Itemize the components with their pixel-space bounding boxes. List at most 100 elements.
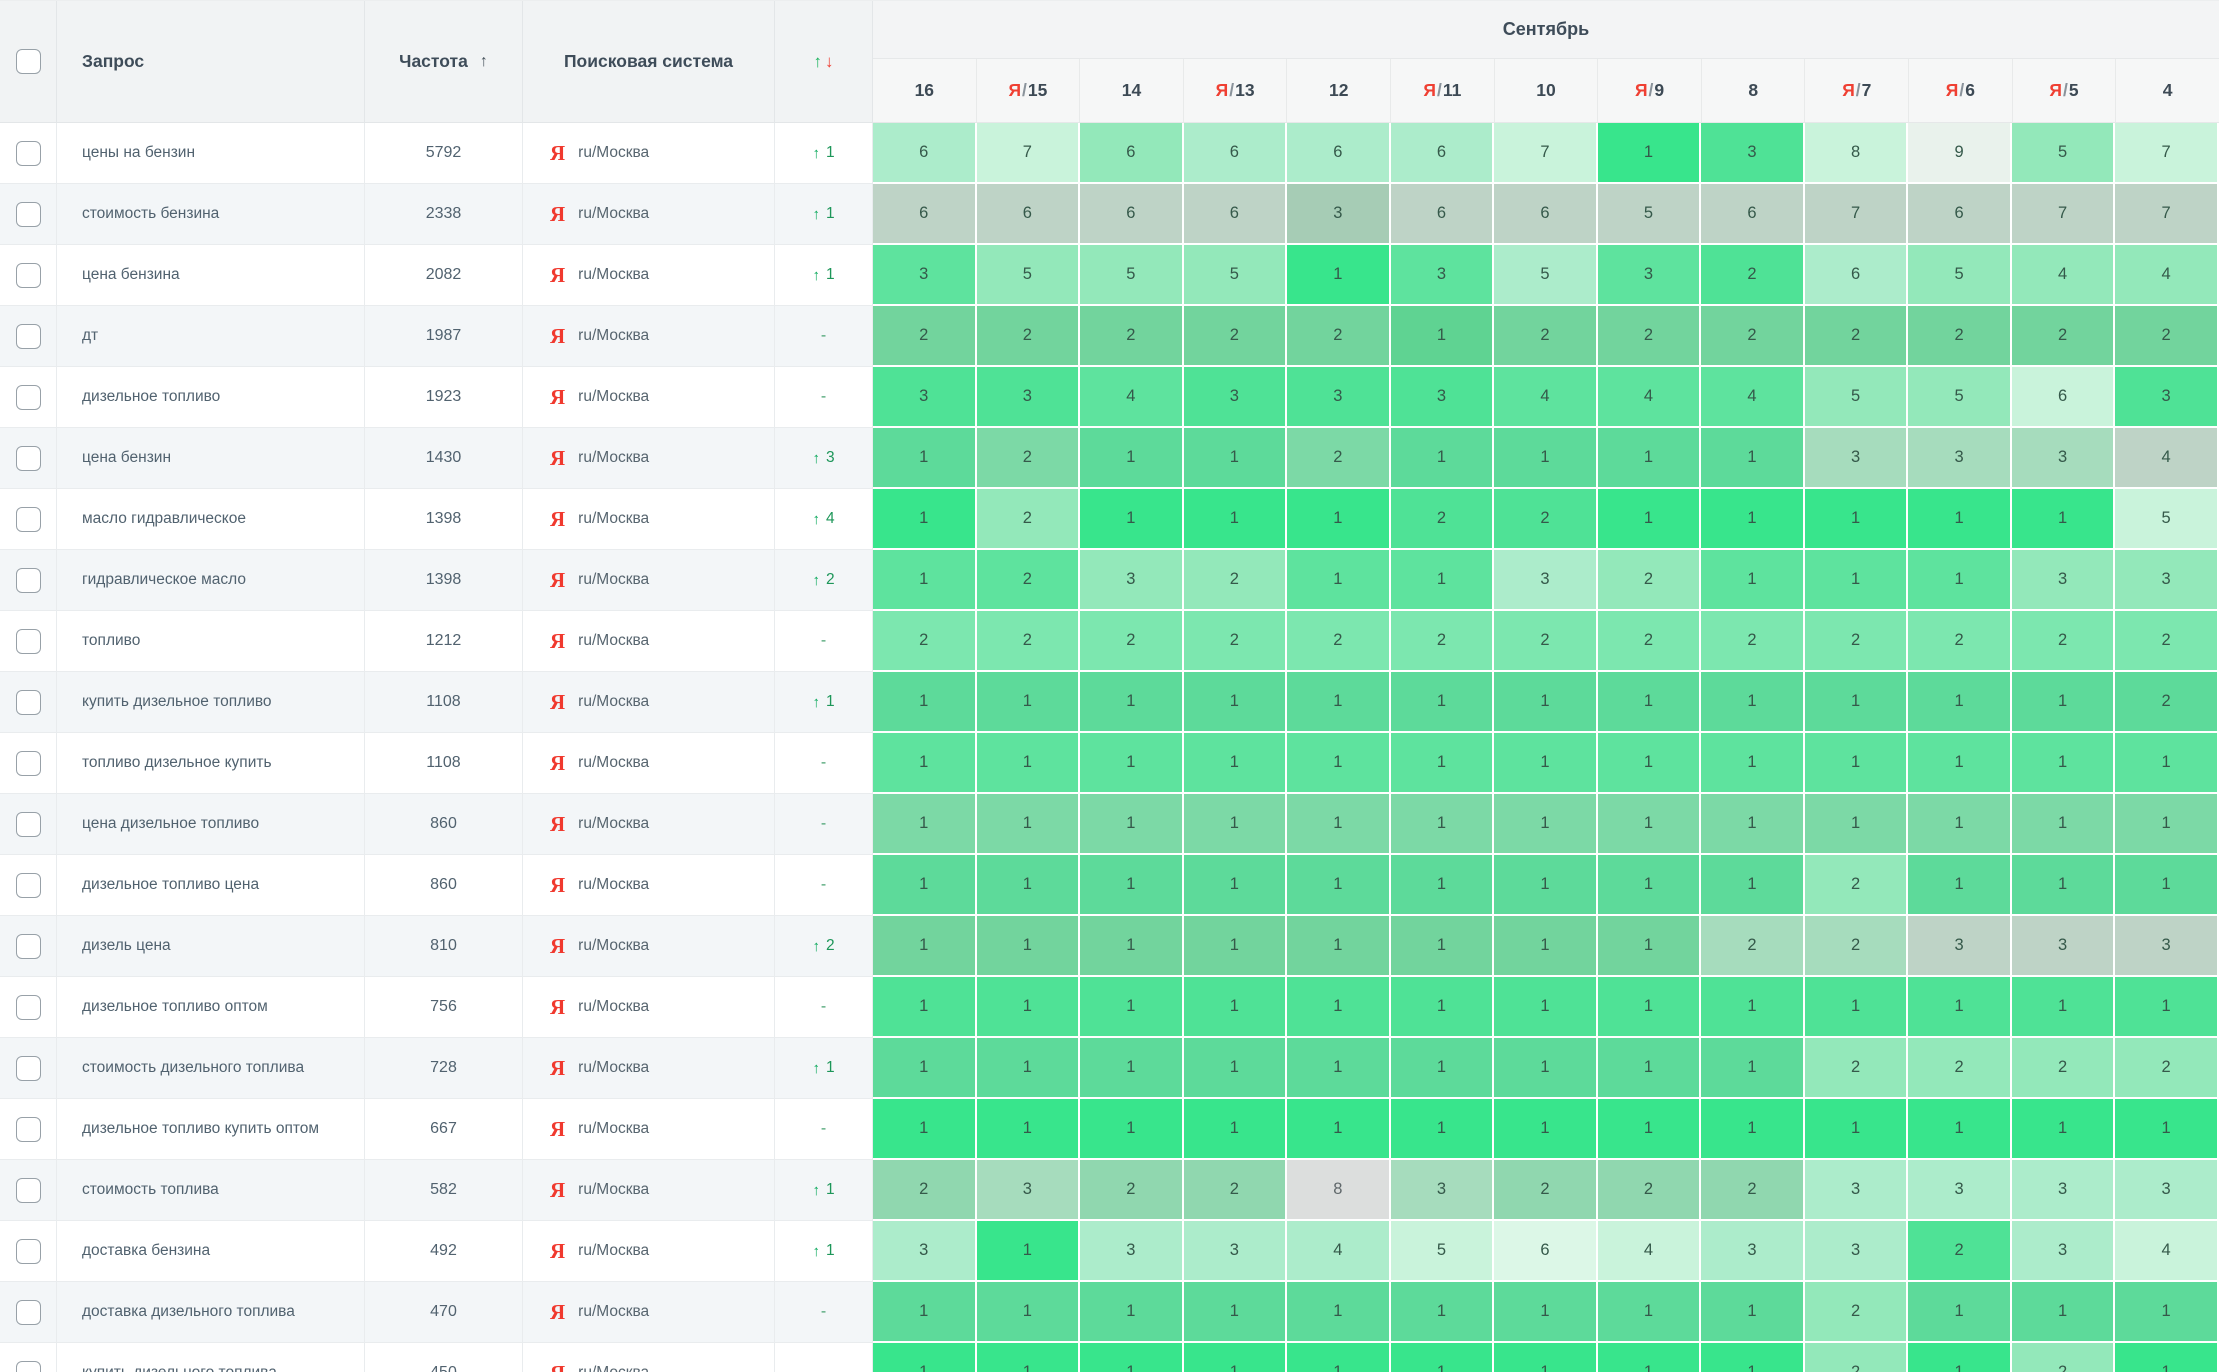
position-cell[interactable]: 2 bbox=[2115, 1038, 2219, 1099]
position-cell[interactable]: 1 bbox=[1701, 550, 1805, 611]
position-cell[interactable]: 1 bbox=[1391, 550, 1495, 611]
position-cell[interactable]: 1 bbox=[1598, 855, 1702, 916]
position-cell[interactable]: 2 bbox=[1494, 1160, 1598, 1221]
position-cell[interactable]: 1 bbox=[1391, 306, 1495, 367]
position-cell[interactable]: 1 bbox=[873, 550, 977, 611]
position-cell[interactable]: 2 bbox=[873, 1160, 977, 1221]
position-cell[interactable]: 2 bbox=[1701, 611, 1805, 672]
position-cell[interactable]: 6 bbox=[1805, 245, 1909, 306]
position-cell[interactable]: 1 bbox=[1184, 733, 1288, 794]
position-cell[interactable]: 3 bbox=[873, 367, 977, 428]
query-cell[interactable]: цены на бензин bbox=[57, 123, 365, 184]
position-cell[interactable]: 3 bbox=[1391, 367, 1495, 428]
position-cell[interactable]: 2 bbox=[1805, 1038, 1909, 1099]
query-cell[interactable]: доставка дизельного топлива bbox=[57, 1282, 365, 1343]
position-cell[interactable]: 3 bbox=[1908, 1160, 2012, 1221]
position-cell[interactable]: 1 bbox=[1805, 672, 1909, 733]
position-cell[interactable]: 2 bbox=[1391, 611, 1495, 672]
position-cell[interactable]: 2 bbox=[977, 428, 1081, 489]
row-checkbox[interactable] bbox=[16, 1300, 41, 1325]
position-cell[interactable]: 6 bbox=[873, 123, 977, 184]
position-cell[interactable]: 1 bbox=[2012, 794, 2116, 855]
position-cell[interactable]: 2 bbox=[1805, 1343, 1909, 1372]
row-checkbox[interactable] bbox=[16, 568, 41, 593]
position-cell[interactable]: 3 bbox=[2012, 1221, 2116, 1282]
position-cell[interactable]: 1 bbox=[1080, 855, 1184, 916]
position-cell[interactable]: 1 bbox=[1908, 672, 2012, 733]
position-cell[interactable]: 2 bbox=[1805, 916, 1909, 977]
position-cell[interactable]: 1 bbox=[1391, 1099, 1495, 1160]
position-cell[interactable]: 3 bbox=[1391, 245, 1495, 306]
position-cell[interactable]: 5 bbox=[1908, 245, 2012, 306]
position-cell[interactable]: 7 bbox=[1494, 123, 1598, 184]
position-cell[interactable]: 4 bbox=[1287, 1221, 1391, 1282]
position-cell[interactable]: 4 bbox=[2115, 245, 2219, 306]
position-cell[interactable]: 2 bbox=[2115, 611, 2219, 672]
position-cell[interactable]: 2 bbox=[2012, 1038, 2116, 1099]
position-cell[interactable]: 6 bbox=[1701, 184, 1805, 245]
position-cell[interactable]: 2 bbox=[1184, 1160, 1288, 1221]
position-cell[interactable]: 5 bbox=[1494, 245, 1598, 306]
position-cell[interactable]: 1 bbox=[1908, 733, 2012, 794]
query-cell[interactable]: гидравлическое масло bbox=[57, 550, 365, 611]
position-cell[interactable]: 6 bbox=[1184, 184, 1288, 245]
position-cell[interactable]: 1 bbox=[1287, 489, 1391, 550]
position-cell[interactable]: 1 bbox=[977, 733, 1081, 794]
position-cell[interactable]: 1 bbox=[1494, 916, 1598, 977]
position-cell[interactable]: 1 bbox=[1908, 1099, 2012, 1160]
row-checkbox[interactable] bbox=[16, 1056, 41, 1081]
position-cell[interactable]: 1 bbox=[1805, 550, 1909, 611]
position-cell[interactable]: 1 bbox=[1701, 794, 1805, 855]
position-cell[interactable]: 1 bbox=[1287, 855, 1391, 916]
position-cell[interactable]: 1 bbox=[1080, 733, 1184, 794]
position-cell[interactable]: 1 bbox=[1080, 977, 1184, 1038]
position-cell[interactable]: 3 bbox=[1598, 245, 1702, 306]
position-cell[interactable]: 1 bbox=[1184, 794, 1288, 855]
position-cell[interactable]: 3 bbox=[2012, 916, 2116, 977]
date-column-header[interactable]: 4 bbox=[2116, 59, 2219, 122]
position-cell[interactable]: 1 bbox=[1080, 428, 1184, 489]
position-cell[interactable]: 2 bbox=[977, 550, 1081, 611]
position-cell[interactable]: 1 bbox=[1184, 489, 1288, 550]
column-header-search-engine[interactable]: Поисковая система bbox=[523, 1, 775, 123]
position-cell[interactable]: 6 bbox=[1391, 184, 1495, 245]
position-cell[interactable]: 1 bbox=[1391, 916, 1495, 977]
row-checkbox[interactable] bbox=[16, 1361, 41, 1372]
position-cell[interactable]: 2 bbox=[873, 611, 977, 672]
position-cell[interactable]: 1 bbox=[977, 1221, 1081, 1282]
position-cell[interactable]: 1 bbox=[1908, 1282, 2012, 1343]
position-cell[interactable]: 1 bbox=[1287, 794, 1391, 855]
position-cell[interactable]: 4 bbox=[1494, 367, 1598, 428]
position-cell[interactable]: 2 bbox=[1805, 611, 1909, 672]
position-cell[interactable]: 7 bbox=[977, 123, 1081, 184]
position-cell[interactable]: 1 bbox=[1908, 1343, 2012, 1372]
query-cell[interactable]: дизельное топливо купить оптом bbox=[57, 1099, 365, 1160]
position-cell[interactable]: 2 bbox=[977, 489, 1081, 550]
position-cell[interactable]: 2 bbox=[1805, 1282, 1909, 1343]
position-cell[interactable]: 1 bbox=[1701, 1343, 1805, 1372]
query-cell[interactable]: стоимость бензина bbox=[57, 184, 365, 245]
position-cell[interactable]: 2 bbox=[1287, 428, 1391, 489]
row-checkbox[interactable] bbox=[16, 446, 41, 471]
position-cell[interactable]: 1 bbox=[1598, 916, 1702, 977]
position-cell[interactable]: 1 bbox=[977, 1343, 1081, 1372]
position-cell[interactable]: 1 bbox=[1494, 855, 1598, 916]
row-checkbox[interactable] bbox=[16, 629, 41, 654]
position-cell[interactable]: 6 bbox=[1391, 123, 1495, 184]
position-cell[interactable]: 1 bbox=[1184, 672, 1288, 733]
position-cell[interactable]: 1 bbox=[1391, 1343, 1495, 1372]
position-cell[interactable]: 3 bbox=[2115, 1160, 2219, 1221]
position-cell[interactable]: 1 bbox=[2012, 672, 2116, 733]
position-cell[interactable]: 1 bbox=[873, 1038, 977, 1099]
column-header-query[interactable]: Запрос bbox=[57, 1, 365, 123]
position-cell[interactable]: 1 bbox=[1391, 855, 1495, 916]
row-checkbox[interactable] bbox=[16, 263, 41, 288]
position-cell[interactable]: 2 bbox=[1908, 1038, 2012, 1099]
position-cell[interactable]: 7 bbox=[2115, 184, 2219, 245]
position-cell[interactable]: 5 bbox=[1184, 245, 1288, 306]
position-cell[interactable]: 2 bbox=[977, 611, 1081, 672]
position-cell[interactable]: 5 bbox=[2012, 123, 2116, 184]
position-cell[interactable]: 2 bbox=[2012, 1343, 2116, 1372]
position-cell[interactable]: 1 bbox=[1080, 1038, 1184, 1099]
position-cell[interactable]: 6 bbox=[1494, 1221, 1598, 1282]
